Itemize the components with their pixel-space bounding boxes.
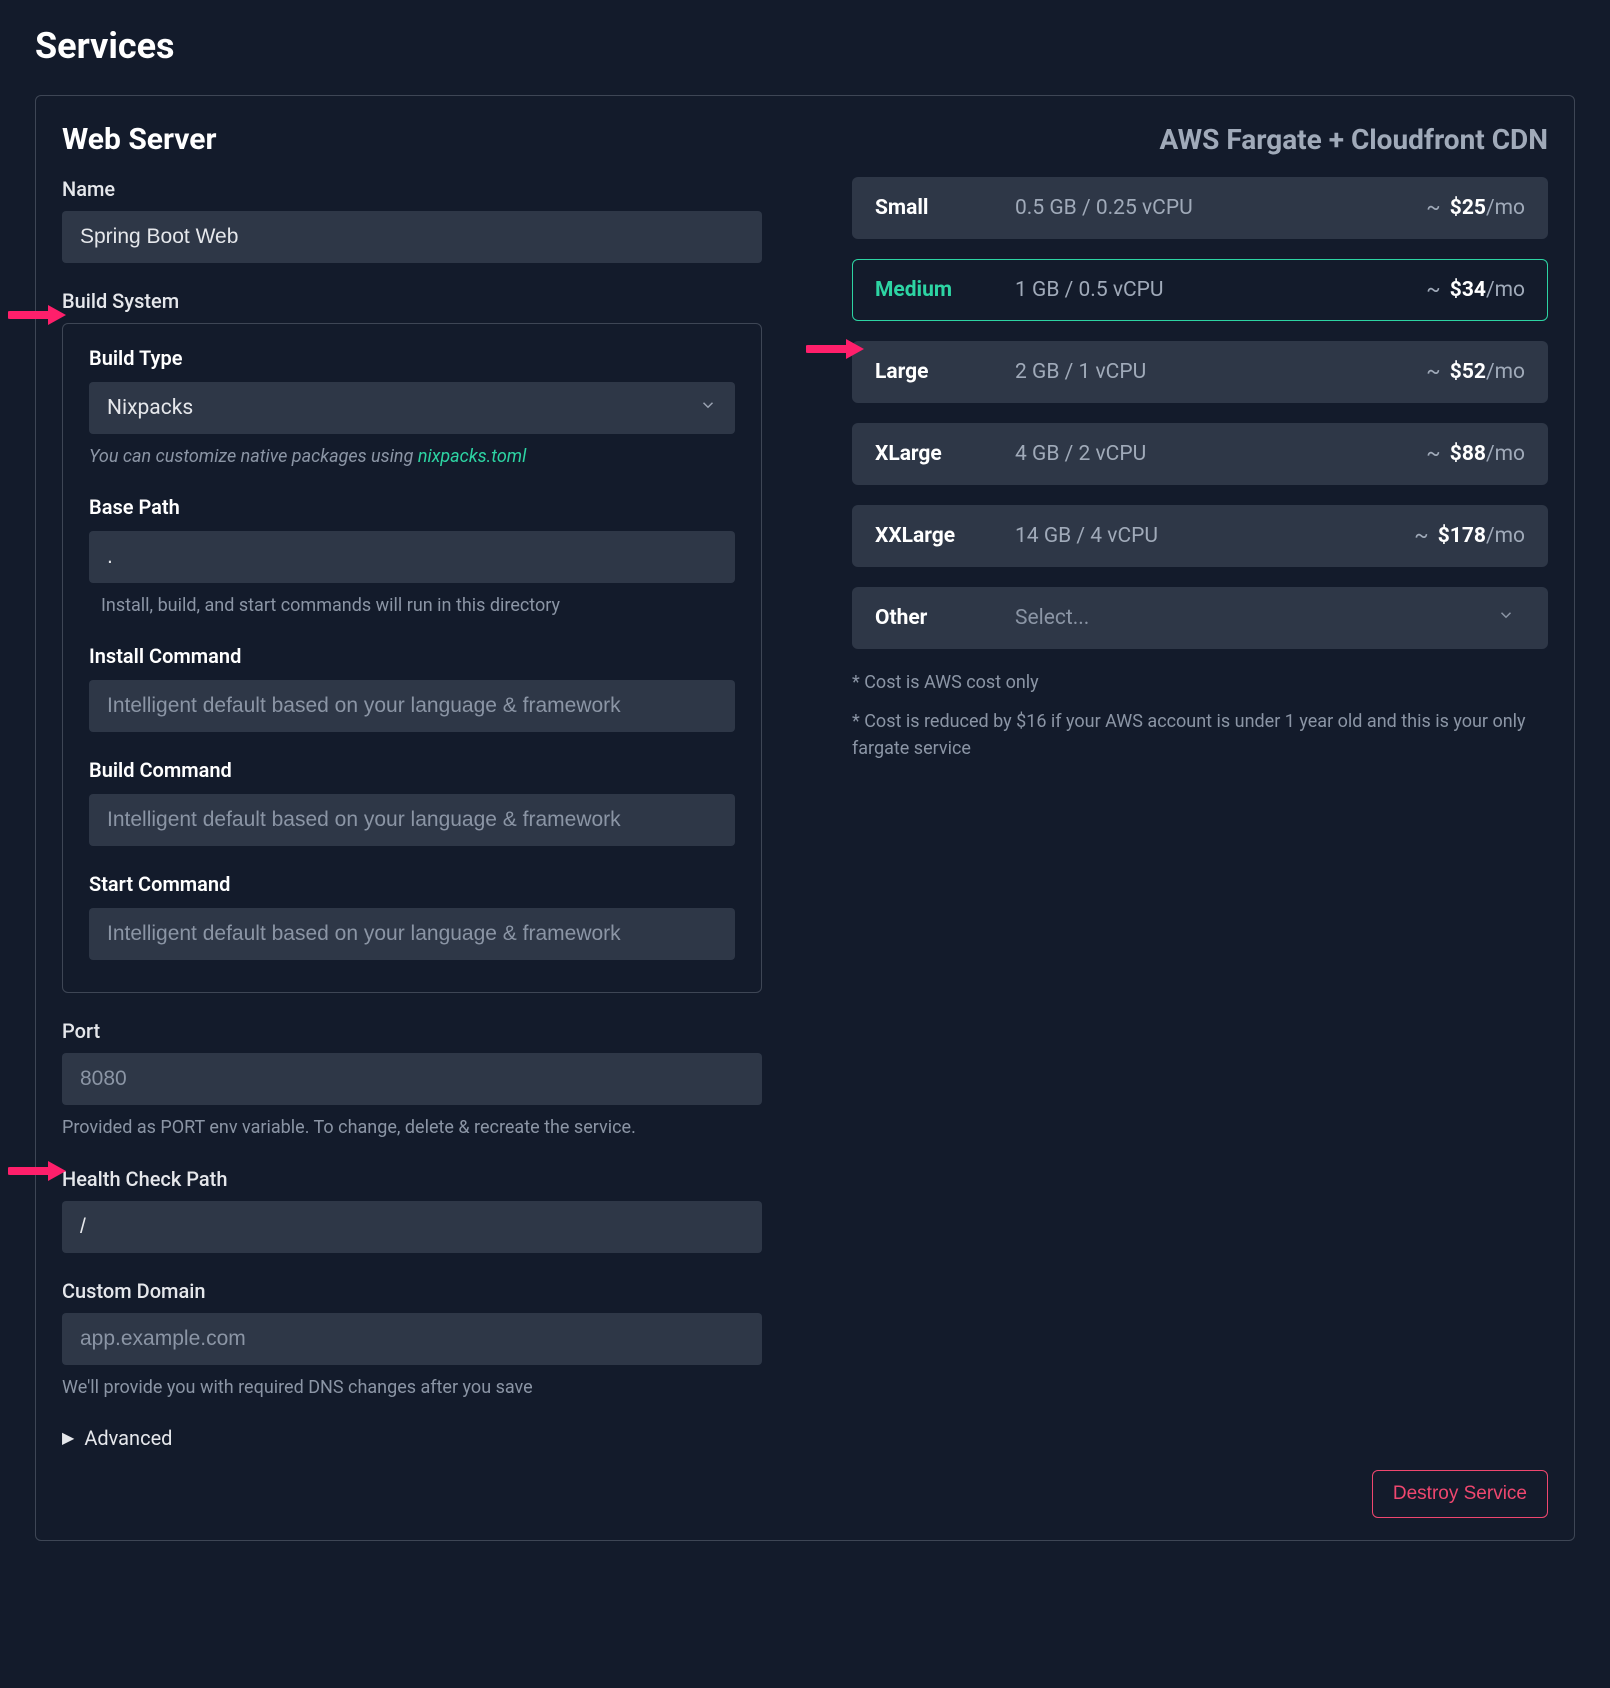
tier-xxlarge[interactable]: XXLarge14 GB / 4 vCPU~ $178/mo xyxy=(852,505,1548,567)
cost-footnotes: * Cost is AWS cost only * Cost is reduce… xyxy=(852,669,1548,762)
build-system-fieldset: Build Type Nixpacks You can customize na… xyxy=(62,323,762,993)
install-cmd-label: Install Command xyxy=(89,644,735,668)
tier-spec: 14 GB / 4 vCPU xyxy=(1015,524,1414,548)
service-panel: Web Server AWS Fargate + Cloudfront CDN … xyxy=(35,95,1575,1541)
destroy-button[interactable]: Destroy Service xyxy=(1372,1470,1548,1518)
tier-large[interactable]: Large2 GB / 1 vCPU~ $52/mo xyxy=(852,341,1548,403)
advanced-label: Advanced xyxy=(84,1426,172,1450)
build-cmd-input[interactable] xyxy=(89,794,735,846)
tier-other[interactable]: Other Select... xyxy=(852,587,1548,649)
tier-spec: 1 GB / 0.5 vCPU xyxy=(1015,278,1426,302)
tier-medium[interactable]: Medium1 GB / 0.5 vCPU~ $34/mo xyxy=(852,259,1548,321)
build-system-label: Build System xyxy=(62,289,762,313)
tier-name: Medium xyxy=(875,278,1015,302)
tier-other-select[interactable]: Select... xyxy=(1015,606,1525,630)
tier-small[interactable]: Small0.5 GB / 0.25 vCPU~ $25/mo xyxy=(852,177,1548,239)
name-input[interactable] xyxy=(62,211,762,263)
tier-xlarge[interactable]: XLarge4 GB / 2 vCPU~ $88/mo xyxy=(852,423,1548,485)
nixpacks-link[interactable]: nixpacks.toml xyxy=(418,446,527,467)
tier-name: Large xyxy=(875,360,1015,384)
domain-hint: We'll provide you with required DNS chan… xyxy=(62,1375,762,1400)
advanced-toggle[interactable]: ▶ Advanced xyxy=(62,1426,762,1450)
panel-subtitle: AWS Fargate + Cloudfront CDN xyxy=(1159,123,1548,156)
tier-spec: 4 GB / 2 vCPU xyxy=(1015,442,1426,466)
name-label: Name xyxy=(62,177,762,201)
panel-title: Web Server xyxy=(62,122,216,157)
port-input[interactable] xyxy=(62,1053,762,1105)
build-type-select[interactable]: Nixpacks xyxy=(89,382,735,434)
base-path-hint: Install, build, and start commands will … xyxy=(89,593,735,618)
tier-price: ~ $52/mo xyxy=(1426,360,1525,384)
footnote-a: * Cost is AWS cost only xyxy=(852,669,1548,696)
tier-name: XXLarge xyxy=(875,524,1015,548)
tier-price: ~ $25/mo xyxy=(1426,196,1525,220)
health-input[interactable] xyxy=(62,1201,762,1253)
tier-name: XLarge xyxy=(875,442,1015,466)
page-title: Services xyxy=(35,25,1575,67)
tier-spec: 2 GB / 1 vCPU xyxy=(1015,360,1426,384)
port-label: Port xyxy=(62,1019,762,1043)
footnote-b: * Cost is reduced by $16 if your AWS acc… xyxy=(852,708,1548,762)
install-cmd-input[interactable] xyxy=(89,680,735,732)
tier-other-name: Other xyxy=(875,606,1015,630)
tier-spec: 0.5 GB / 0.25 vCPU xyxy=(1015,196,1426,220)
tier-price: ~ $88/mo xyxy=(1426,442,1525,466)
name-field: Name xyxy=(62,177,762,263)
port-hint: Provided as PORT env variable. To change… xyxy=(62,1115,762,1140)
base-path-input[interactable] xyxy=(89,531,735,583)
start-cmd-input[interactable] xyxy=(89,908,735,960)
build-cmd-label: Build Command xyxy=(89,758,735,782)
build-type-label: Build Type xyxy=(89,346,735,370)
chevron-down-icon xyxy=(1497,606,1515,630)
tier-price: ~ $178/mo xyxy=(1414,524,1525,548)
domain-input[interactable] xyxy=(62,1313,762,1365)
domain-label: Custom Domain xyxy=(62,1279,762,1303)
tier-name: Small xyxy=(875,196,1015,220)
health-label: Health Check Path xyxy=(62,1167,762,1191)
triangle-right-icon: ▶ xyxy=(62,1428,74,1447)
base-path-label: Base Path xyxy=(89,495,735,519)
tier-price: ~ $34/mo xyxy=(1426,278,1525,302)
build-type-hint: You can customize native packages using … xyxy=(89,444,735,469)
start-cmd-label: Start Command xyxy=(89,872,735,896)
